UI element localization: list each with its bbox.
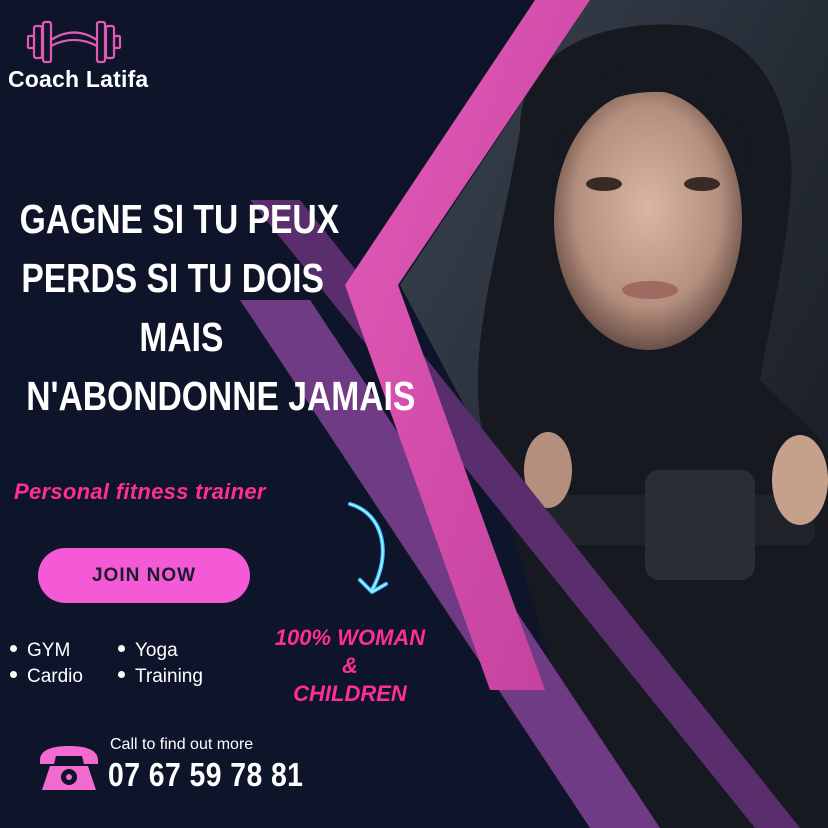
headline-line-4: N'ABONDONNE JAMAIS xyxy=(26,373,416,419)
list-item: Training xyxy=(118,666,203,688)
curved-arrow-icon xyxy=(348,502,388,594)
list-item: Cardio xyxy=(10,666,83,688)
call-caption: Call to find out more xyxy=(110,736,254,753)
service-label: Training xyxy=(135,666,203,687)
headline-line-3: MAIS xyxy=(139,314,224,360)
poster: Coach Latifa GAGNE SI TU PEUX PERDS SI T… xyxy=(0,0,828,828)
face-shape xyxy=(554,90,742,350)
audience-line-3: CHILDREN xyxy=(293,681,407,706)
headline-line-1: GAGNE SI TU PEUX xyxy=(19,196,340,242)
dumbbell-icon xyxy=(26,20,122,64)
headline-line-2: PERDS SI TU DOIS xyxy=(21,255,324,301)
service-label: GYM xyxy=(27,640,71,661)
bullet-icon xyxy=(118,671,125,679)
audience-line-2: & xyxy=(342,653,358,678)
bullet-icon xyxy=(118,645,125,653)
subtitle: Personal fitness trainer xyxy=(14,479,266,504)
phone-number[interactable]: 07 67 59 78 81 xyxy=(108,756,303,794)
list-item: GYM xyxy=(10,640,70,662)
brand-name: Coach Latifa xyxy=(8,66,149,92)
join-now-button[interactable]: JOIN NOW xyxy=(38,548,250,603)
audience-text: 100% WOMAN & CHILDREN xyxy=(250,624,450,708)
telephone-icon[interactable] xyxy=(36,744,102,794)
service-label: Yoga xyxy=(135,640,178,661)
bullet-icon xyxy=(10,671,17,679)
audience-line-1: 100% WOMAN xyxy=(274,625,426,650)
bullet-icon xyxy=(10,645,17,653)
list-item: Yoga xyxy=(118,640,178,662)
service-label: Cardio xyxy=(27,666,83,687)
